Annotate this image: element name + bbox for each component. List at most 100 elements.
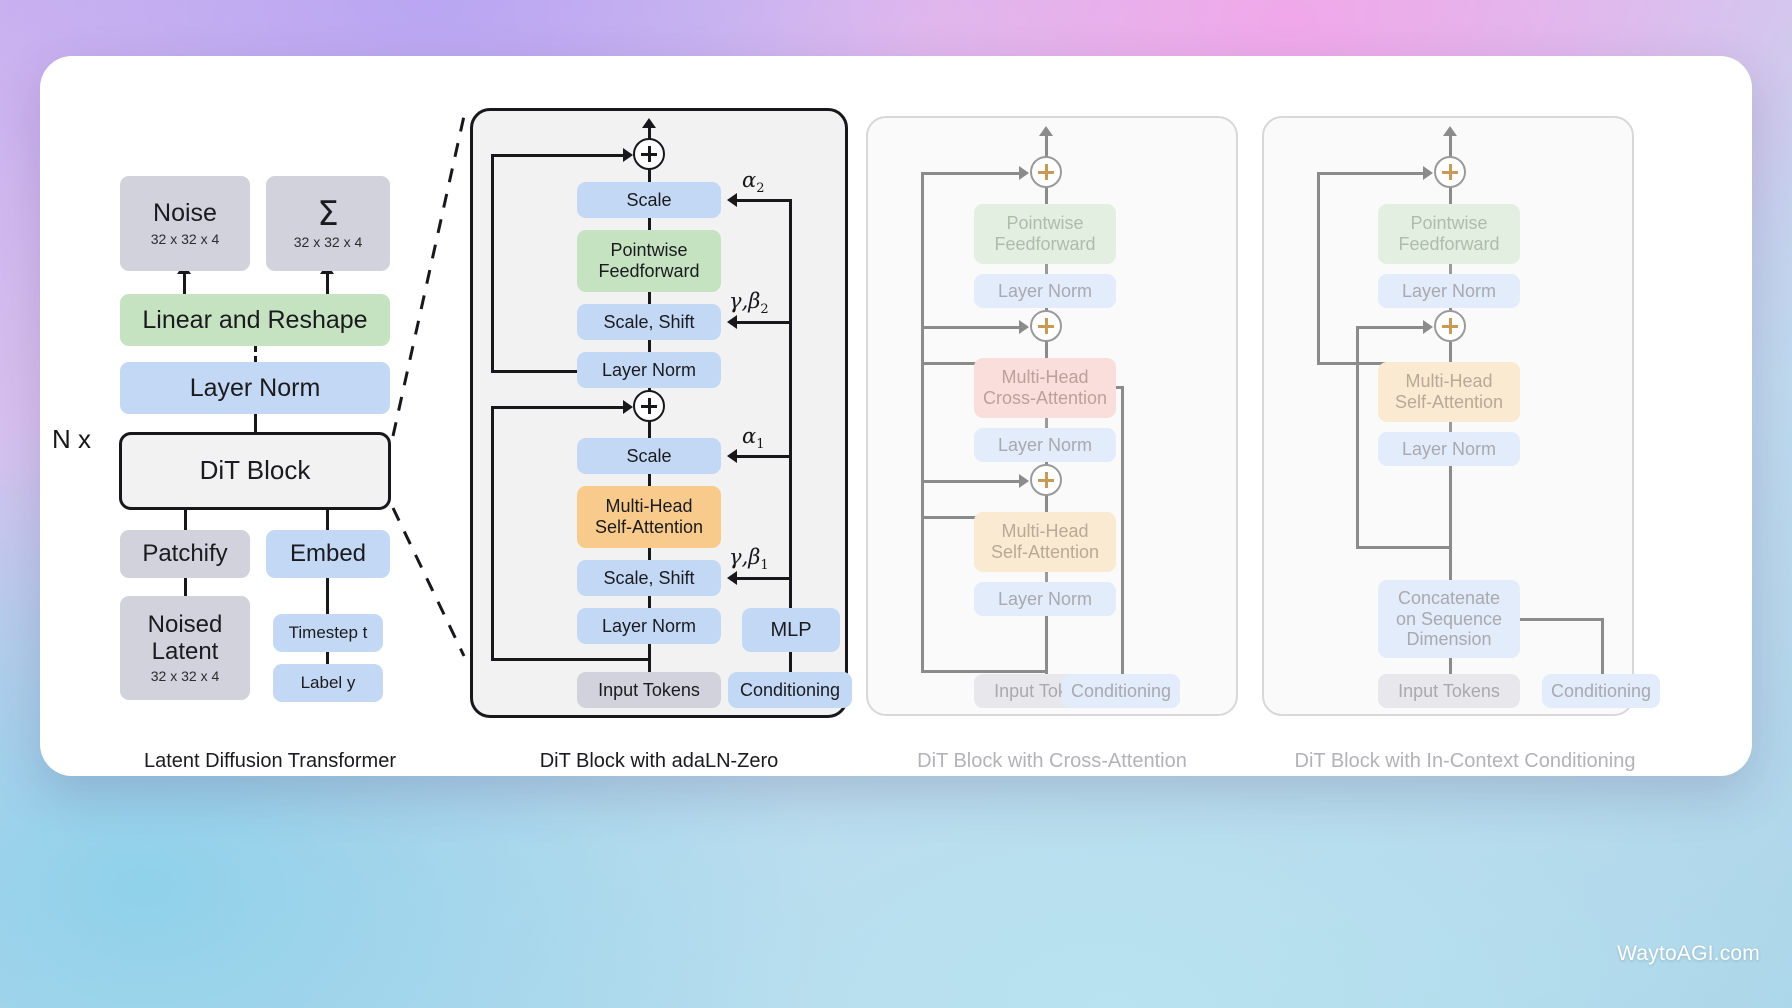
node-noise: Noise 32 x 32 x 4 xyxy=(120,176,250,271)
p4-pff-label-1: Pointwise xyxy=(1410,213,1488,234)
p3-add-node-2 xyxy=(1030,310,1062,342)
residual-2-arrow xyxy=(623,148,633,162)
p4-node-layer-norm-2: Layer Norm xyxy=(1378,274,1520,308)
node-embed: Embed xyxy=(266,530,390,578)
node-scale-2: Scale xyxy=(577,182,721,218)
connector-timestep-to-embed xyxy=(326,578,329,614)
node-timestep: Timestep t xyxy=(273,614,383,652)
node-mlp: MLP xyxy=(742,608,840,652)
p3-residual-1-horizontal xyxy=(921,480,1021,483)
p3-mhca-label-1: Multi-Head xyxy=(1001,367,1089,388)
conditioning-branch-alpha2 xyxy=(737,199,792,202)
node-patchify: Patchify xyxy=(120,530,250,578)
p3-add-node-3 xyxy=(1030,156,1062,188)
node-mhsa-label-2: Self-Attention xyxy=(594,517,704,537)
p4-connector-pff xyxy=(1449,186,1452,204)
p3-node-multi-head-self-attention: Multi-Head Self-Attention xyxy=(974,512,1116,572)
node-layer-norm-2: Layer Norm xyxy=(577,352,721,388)
p3-connector-ln1 xyxy=(1045,572,1048,582)
p3-residual-1-vertical xyxy=(921,480,924,672)
p3-pff-label-1: Pointwise xyxy=(1006,213,1084,234)
p4-residual-2-horizontal xyxy=(1317,172,1425,175)
p3-node-layer-norm-2: Layer Norm xyxy=(974,428,1116,462)
connector-linear-to-sigma xyxy=(326,272,329,294)
annotation-alpha2: α2 xyxy=(742,168,765,197)
p4-residual-1-vertical xyxy=(1356,326,1359,548)
caption-panel-4: DiT Block with In-Context Conditioning xyxy=(1294,750,1636,772)
p3-node-pointwise-feedforward: Pointwise Feedforward xyxy=(974,204,1116,264)
node-noise-shape: 32 x 32 x 4 xyxy=(150,230,220,247)
node-layer-norm-out: Layer Norm xyxy=(120,362,390,414)
node-input-tokens-2-label: Input Tokens xyxy=(598,679,700,700)
node-conditioning-2: Conditioning xyxy=(728,672,852,708)
connector-add2-to-scale2 xyxy=(648,168,651,182)
p3-mhsa-label-2: Self-Attention xyxy=(990,542,1100,562)
residual-1-tap xyxy=(491,658,651,661)
node-conditioning-2-label: Conditioning xyxy=(739,679,841,700)
repeat-count-label: N x xyxy=(52,424,91,454)
node-layer-norm-out-label: Layer Norm xyxy=(189,373,321,402)
p4-layer-norm-2-label: Layer Norm xyxy=(1401,280,1497,301)
p3-node-conditioning: Conditioning xyxy=(1062,674,1180,708)
p3-layer-norm-3-label: Layer Norm xyxy=(997,280,1093,301)
node-linear-and-reshape-label: Linear and Reshape xyxy=(142,305,368,334)
p4-connector-concat-ln1 xyxy=(1449,466,1452,580)
node-linear-and-reshape: Linear and Reshape xyxy=(120,294,390,346)
node-multi-head-self-attention: Multi-Head Self-Attention xyxy=(577,486,721,548)
p3-residual-3-horizontal xyxy=(921,172,1021,175)
node-input-tokens-2: Input Tokens xyxy=(577,672,721,708)
conditioning-branch-alpha1 xyxy=(737,455,792,458)
connector-layernorm-to-linear xyxy=(254,346,257,362)
node-dit-block-label: DiT Block xyxy=(199,455,311,486)
connector-add1-to-scale1 xyxy=(648,420,651,438)
p4-node-multi-head-self-attention: Multi-Head Self-Attention xyxy=(1378,362,1520,422)
add-node-1 xyxy=(633,390,665,422)
connector-dit-to-layernorm xyxy=(254,414,257,432)
p4-pff-label-2: Feedforward xyxy=(1398,234,1500,254)
p4-layer-norm-1-label: Layer Norm xyxy=(1401,438,1497,459)
p3-residual-3-arrow xyxy=(1019,166,1029,180)
node-scale-shift-2: Scale, Shift xyxy=(577,304,721,340)
node-timestep-label: Timestep t xyxy=(288,623,368,643)
p4-concat-label-1: Concatenate xyxy=(1397,588,1501,609)
p4-mhsa-label-1: Multi-Head xyxy=(1405,371,1493,392)
p4-cond-bus xyxy=(1601,618,1604,674)
p3-residual-1-tap xyxy=(921,670,1047,673)
p3-pff-label-2: Feedforward xyxy=(994,234,1096,254)
connector-input-to-ln1 xyxy=(648,644,651,672)
node-layer-norm-1-label: Layer Norm xyxy=(601,615,697,636)
node-scale-shift-1-label: Scale, Shift xyxy=(603,567,695,588)
caption-panel-2: DiT Block with adaLN-Zero xyxy=(539,750,779,772)
node-noised-latent: Noised Latent 32 x 32 x 4 xyxy=(120,596,250,700)
p4-add-node-1 xyxy=(1434,310,1466,342)
node-noised-latent-shape: 32 x 32 x 4 xyxy=(150,668,220,685)
connector-pff-to-scale2 xyxy=(648,218,651,230)
connector-embed-to-dit xyxy=(326,510,329,530)
p4-mhsa-label-2: Self-Attention xyxy=(1394,392,1504,412)
p3-node-layer-norm-3: Layer Norm xyxy=(974,274,1116,308)
p4-input-tokens-label: Input Tokens xyxy=(1398,680,1500,701)
connector-ln2-to-scaleshift2 xyxy=(648,340,651,352)
p3-mhca-label-2: Cross-Attention xyxy=(982,388,1108,408)
residual-1-vertical xyxy=(491,406,494,660)
p3-add-node-1 xyxy=(1030,464,1062,496)
connector-patchify-to-dit xyxy=(184,510,187,530)
p4-node-concatenate: Concatenate on Sequence Dimension xyxy=(1378,580,1520,658)
p3-layer-norm-2-label: Layer Norm xyxy=(997,434,1093,455)
p4-cond-branch xyxy=(1518,618,1604,621)
node-scale-1: Scale xyxy=(577,438,721,474)
node-sigma: Σ 32 x 32 x 4 xyxy=(266,176,390,271)
connector-scaleshift1-to-mhsa xyxy=(648,548,651,560)
p3-node-multi-head-cross-attention: Multi-Head Cross-Attention xyxy=(974,358,1116,418)
p3-residual-2-horizontal xyxy=(921,326,1021,329)
p4-residual-1-tap xyxy=(1356,546,1451,549)
node-pointwise-feedforward-2: Pointwise Feedforward xyxy=(577,230,721,292)
residual-1-horizontal xyxy=(491,406,625,409)
connector-linear-to-noise xyxy=(183,272,186,294)
p3-node-layer-norm-1: Layer Norm xyxy=(974,582,1116,616)
p3-mhsa-label-1: Multi-Head xyxy=(1001,521,1089,542)
node-layer-norm-1: Layer Norm xyxy=(577,608,721,644)
conditioning-branch-gammabeta2 xyxy=(737,321,792,324)
p3-layer-norm-1-label: Layer Norm xyxy=(997,588,1093,609)
node-noise-label: Noise xyxy=(153,199,217,228)
